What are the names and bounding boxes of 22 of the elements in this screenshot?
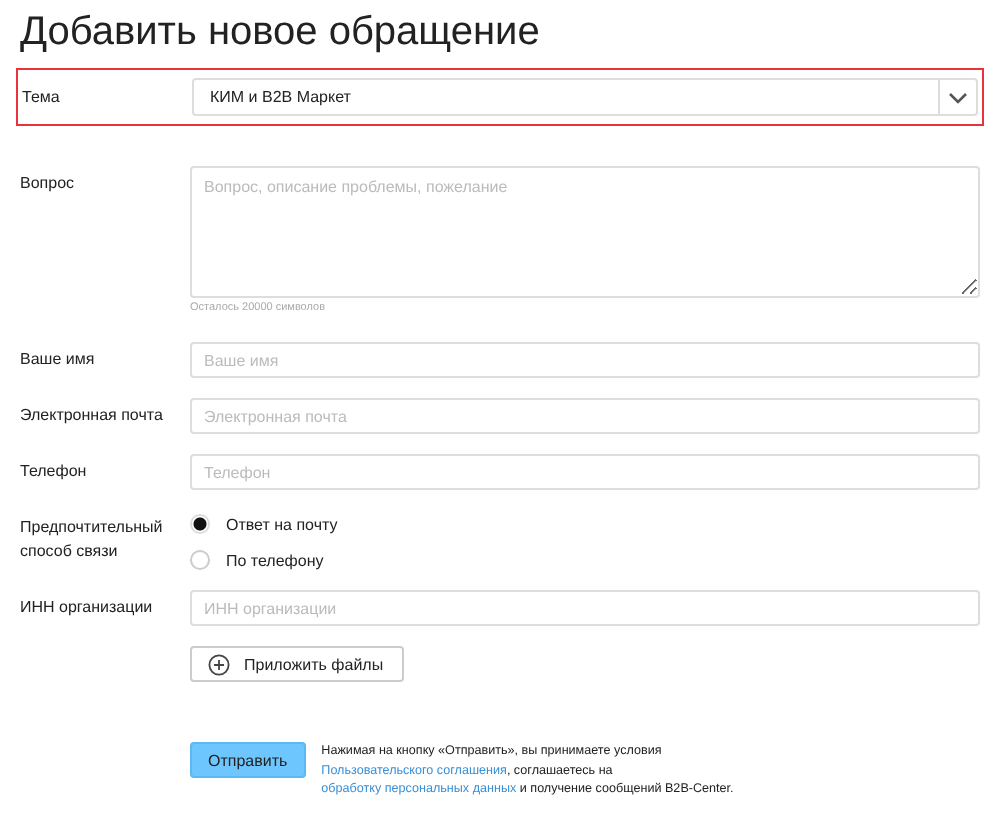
radio-button[interactable]	[190, 514, 210, 534]
topic-select[interactable]: КИМ и B2B Маркет	[192, 78, 978, 116]
field-label: Электронная почта	[20, 404, 165, 428]
radio-label[interactable]: Ответ на почту	[226, 515, 338, 533]
chevron-down-icon	[948, 91, 968, 103]
radio-button[interactable]	[190, 550, 210, 570]
input-field[interactable]: Телефон	[190, 454, 980, 490]
plus-circle-icon	[208, 653, 230, 675]
radio-label[interactable]: По телефону	[226, 551, 324, 569]
field-label: Предпочтительный способ связи	[20, 516, 165, 564]
page-title: Добавить новое обращение	[20, 8, 542, 56]
input-field[interactable]: Ваше имя	[190, 342, 980, 378]
field-label: Ваше имя	[20, 348, 97, 372]
field-label: Телефон	[20, 460, 89, 484]
submit-button[interactable]: Отправить	[190, 742, 306, 778]
field-label: Вопрос	[20, 172, 77, 196]
field-label: ИНН организации	[20, 596, 155, 620]
input-field[interactable]: Электронная почта	[190, 398, 980, 434]
input-field[interactable]: ИНН организации	[190, 590, 980, 626]
attach-files-button[interactable]: Приложить файлы	[190, 646, 404, 682]
field-label: Тема	[22, 85, 62, 109]
question-textarea[interactable]: Вопрос, описание проблемы, пожелание	[190, 166, 980, 298]
